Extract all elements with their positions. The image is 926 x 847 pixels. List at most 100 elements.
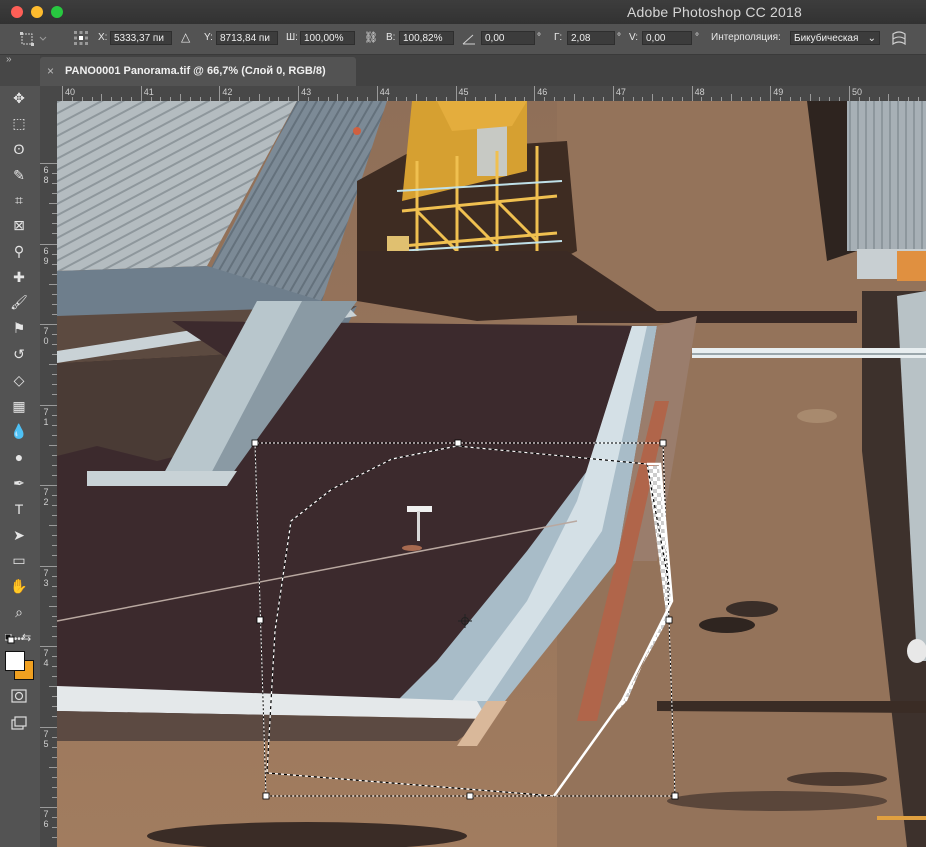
horizontal-skew-field[interactable]: 2,08 — [567, 31, 615, 45]
pen-tool[interactable]: ✒ — [8, 473, 30, 493]
ruler-label: 7 — [43, 326, 49, 336]
dodge-tool[interactable]: ● — [8, 447, 30, 467]
quick-mask-icon[interactable] — [11, 689, 27, 703]
eraser-tool[interactable]: ◇ — [8, 370, 30, 390]
close-tab-icon[interactable]: × — [47, 64, 54, 78]
foreground-color-swatch[interactable] — [5, 651, 25, 671]
vertical-skew-label: V: — [629, 32, 639, 43]
path-select-icon: ➤ — [13, 527, 25, 543]
crop-tool[interactable]: ⌗ — [8, 190, 30, 210]
zoom-icon: ⌕ — [15, 604, 23, 620]
ruler-label: 0 — [43, 336, 49, 346]
healing-brush-tool[interactable]: ✚ — [8, 267, 30, 287]
maximize-window-button[interactable] — [51, 6, 63, 18]
ruler-tick — [40, 243, 57, 245]
document-tab[interactable]: × PANO0001 Panorama.tif @ 66,7% (Слой 0,… — [40, 57, 356, 86]
hand-tool[interactable]: ✋ — [8, 576, 30, 596]
ruler-minor-tick — [494, 94, 496, 101]
ruler-minor-tick — [730, 94, 732, 101]
ruler-minor-tick — [573, 94, 575, 101]
move-tool[interactable]: ✥ — [8, 88, 30, 108]
ruler-minor-tick — [49, 283, 57, 285]
ruler-label: 43 — [301, 87, 312, 97]
ruler-tick — [40, 726, 57, 728]
angle-icon — [462, 34, 475, 45]
rectangle-icon: ▭ — [12, 552, 26, 568]
ruler-label: 1 — [43, 416, 49, 427]
app-title: Adobe Photoshop CC 2018 — [626, 4, 802, 20]
type-tool[interactable]: T — [8, 499, 30, 519]
quick-select-tool[interactable]: ✎ — [8, 165, 30, 185]
quick-select-icon: ✎ — [13, 167, 25, 183]
ruler-tick — [40, 646, 57, 647]
ruler-tick — [376, 86, 378, 101]
default-colors-icon[interactable] — [5, 634, 15, 644]
document-tab-label: PANO0001 Panorama.tif @ 66,7% (Слой 0, R… — [65, 65, 326, 77]
warp-mode-icon[interactable] — [890, 30, 908, 48]
interpolation-value: Бикубическая — [794, 33, 859, 44]
ruler-label: 3 — [43, 577, 49, 588]
marquee-icon: ⬚ — [12, 115, 26, 131]
reference-point-icon[interactable] — [74, 31, 88, 45]
marquee-tool[interactable]: ⬚ — [8, 113, 30, 133]
ruler-label: 9 — [43, 255, 49, 266]
ruler-minor-tick — [49, 203, 57, 205]
screen-mode-icon[interactable] — [11, 716, 27, 730]
crop-icon: ⌗ — [15, 192, 23, 208]
link-icon[interactable]: ⛓ — [364, 31, 378, 44]
ruler-label: 48 — [694, 87, 705, 97]
blur-tool[interactable]: 💧 — [8, 421, 30, 441]
ruler-minor-tick — [258, 94, 260, 101]
history-brush-icon: ↺ — [13, 346, 25, 362]
photo-image — [57, 101, 926, 847]
collapse-toolbar-icon[interactable]: » — [6, 54, 12, 65]
frame-tool[interactable]: ⊠ — [8, 215, 30, 235]
ruler-tick — [40, 324, 57, 325]
window-title-bar: Adobe Photoshop CC 2018 — [0, 0, 926, 24]
move-icon: ✥ — [13, 90, 25, 106]
ruler-minor-tick — [49, 444, 57, 446]
minimize-window-button[interactable] — [31, 6, 43, 18]
history-brush-tool[interactable]: ↺ — [8, 344, 30, 364]
ruler-label: 42 — [222, 87, 233, 97]
chevron-down-icon: ⌄ — [867, 33, 876, 44]
ruler-label: 50 — [852, 87, 863, 97]
ruler-minor-tick — [180, 94, 182, 101]
ruler-tick — [40, 163, 57, 164]
tool-preset-picker[interactable] — [18, 30, 52, 48]
swap-colors-icon[interactable]: ⇆ — [22, 631, 31, 644]
type-icon: T — [14, 501, 24, 517]
y-field[interactable]: 8713,84 пи — [216, 31, 278, 45]
height-field[interactable]: 100,82% — [399, 31, 454, 45]
vertical-skew-field[interactable]: 0,00 — [642, 31, 692, 45]
brush-tool[interactable]: 🖌 — [8, 292, 30, 312]
y-label: Y: — [204, 32, 213, 43]
interpolation-select[interactable]: Бикубическая ⌄ — [790, 31, 880, 45]
ruler-label: 7 — [43, 728, 49, 739]
lasso-tool[interactable]: ʘ — [8, 139, 30, 159]
stamp-tool[interactable]: ⚑ — [8, 318, 30, 338]
ruler-tick — [219, 86, 221, 101]
horizontal-ruler[interactable]: 40 41 42 43 44 45 46 47 48 49 50 — [57, 86, 926, 102]
vertical-ruler[interactable]: 686970717273747576 — [40, 101, 58, 847]
ruler-tick — [691, 86, 693, 101]
lasso-icon: ʘ — [13, 141, 25, 157]
angle-field[interactable]: 0,00 — [481, 31, 535, 45]
gradient-tool[interactable]: ▦ — [8, 396, 30, 416]
ruler-tick — [40, 404, 57, 406]
ruler-minor-tick — [416, 94, 418, 101]
document-tab-bar: » × PANO0001 Panorama.tif @ 66,7% (Слой … — [0, 54, 926, 86]
close-window-button[interactable] — [11, 6, 23, 18]
pen-icon: ✒ — [13, 475, 25, 491]
x-field[interactable]: 5333,37 пи — [110, 31, 172, 45]
ruler-origin[interactable] — [40, 86, 57, 101]
path-select-tool[interactable]: ➤ — [8, 525, 30, 545]
relative-position-icon[interactable]: △ — [181, 30, 190, 44]
width-field[interactable]: 100,00% — [300, 31, 355, 45]
ruler-minor-tick — [809, 94, 811, 101]
zoom-tool[interactable]: ⌕ — [8, 602, 30, 622]
document-canvas[interactable] — [57, 101, 926, 847]
rectangle-tool[interactable]: ▭ — [8, 550, 30, 570]
stamp-icon: ⚑ — [12, 320, 26, 336]
eyedropper-tool[interactable]: ⚲ — [8, 241, 30, 261]
